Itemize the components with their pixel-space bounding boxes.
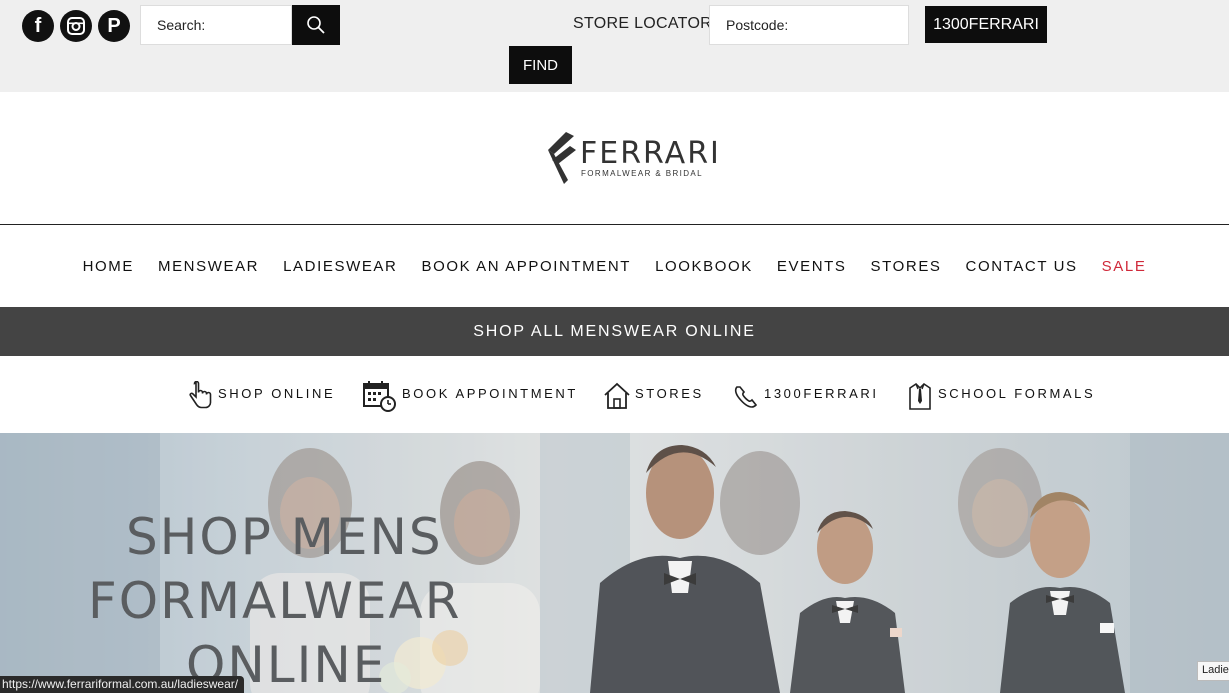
- nav-item-stores[interactable]: STORES: [871, 258, 942, 275]
- quick-link-phone[interactable]: 1300FERRARI: [732, 380, 879, 412]
- quick-link-label: SHOP ONLINE: [218, 385, 336, 401]
- ferrari-logo[interactable]: FERRARI FORMALWEAR & BRIDAL: [544, 132, 719, 188]
- hero-line-2: FORMALWEAR: [88, 572, 462, 630]
- quick-link-label: SCHOOL FORMALS: [938, 385, 1096, 401]
- pointer-hand-icon: [189, 381, 212, 409]
- status-bar-url: https://www.ferrariformal.com.au/ladiesw…: [0, 676, 245, 693]
- quick-link-label: 1300FERRARI: [764, 385, 879, 401]
- nav-item-contact-us[interactable]: CONTACT US: [966, 258, 1078, 275]
- quick-link-label: BOOK APPOINTMENT: [402, 385, 578, 401]
- ferrari-logo-mark-icon: [548, 132, 576, 184]
- quick-links-row: SHOP ONLINE BOOK APPOINTMENT STORES 1300…: [0, 356, 1229, 433]
- search-icon: [307, 16, 325, 34]
- phone-button[interactable]: 1300FERRARI: [925, 6, 1047, 43]
- quick-link-shop-online[interactable]: SHOP ONLINE: [188, 380, 335, 412]
- logo-tagline: FORMALWEAR & BRIDAL: [581, 169, 704, 178]
- facebook-glyph: f: [34, 14, 42, 37]
- search-input[interactable]: [140, 5, 292, 45]
- quick-link-stores[interactable]: STORES: [603, 380, 704, 412]
- search-button[interactable]: [292, 5, 340, 45]
- nav-item-events[interactable]: EVENTS: [777, 258, 847, 275]
- nav-item-sale[interactable]: SALE: [1102, 258, 1147, 275]
- shirt-tie-icon: [909, 382, 931, 410]
- logo-header: FERRARI FORMALWEAR & BRIDAL: [0, 92, 1229, 225]
- quick-link-book-appointment[interactable]: BOOK APPOINTMENT: [362, 380, 578, 412]
- store-locator-label: STORE LOCATOR: [573, 15, 713, 32]
- hero-heading: SHOP MENS FORMALWEAR ONLINE: [88, 505, 528, 693]
- main-navigation: HOME MENSWEAR LADIESWEAR BOOK AN APPOINT…: [0, 226, 1229, 307]
- pinterest-icon[interactable]: P: [98, 10, 130, 42]
- hero-banner[interactable]: SHOP MENS FORMALWEAR ONLINE: [0, 433, 1229, 693]
- page: f P STORE LOCATOR 1300FERRARI FIND: [0, 0, 1229, 693]
- phone-icon: [734, 386, 758, 408]
- instagram-icon[interactable]: [60, 10, 92, 42]
- nav-item-book-an-appointment[interactable]: BOOK AN APPOINTMENT: [421, 258, 631, 275]
- nav-item-lookbook[interactable]: LOOKBOOK: [655, 258, 753, 275]
- nav-item-menswear[interactable]: MENSWEAR: [158, 258, 259, 275]
- home-icon: [604, 382, 630, 409]
- find-button[interactable]: FIND: [509, 46, 572, 84]
- quick-link-label: STORES: [635, 385, 704, 401]
- instagram-glyph: [67, 17, 85, 35]
- nav-item-ladieswear[interactable]: LADIESWEAR: [283, 258, 397, 275]
- corner-tooltip: Ladie: [1197, 661, 1229, 681]
- pinterest-glyph: P: [107, 14, 121, 37]
- postcode-input[interactable]: [709, 5, 909, 45]
- calendar-clock-icon: [363, 381, 396, 412]
- shop-banner-label: SHOP ALL MENSWEAR ONLINE: [473, 322, 756, 340]
- shop-all-menswear-banner[interactable]: SHOP ALL MENSWEAR ONLINE: [0, 307, 1229, 356]
- top-utility-bar: f P STORE LOCATOR 1300FERRARI FIND: [0, 0, 1229, 92]
- logo-wordmark: FERRARI: [580, 136, 721, 171]
- facebook-icon[interactable]: f: [22, 10, 54, 42]
- hero-line-1: SHOP MENS: [126, 508, 443, 566]
- nav-item-home[interactable]: HOME: [83, 258, 134, 275]
- quick-link-school-formals[interactable]: SCHOOL FORMALS: [906, 380, 1095, 412]
